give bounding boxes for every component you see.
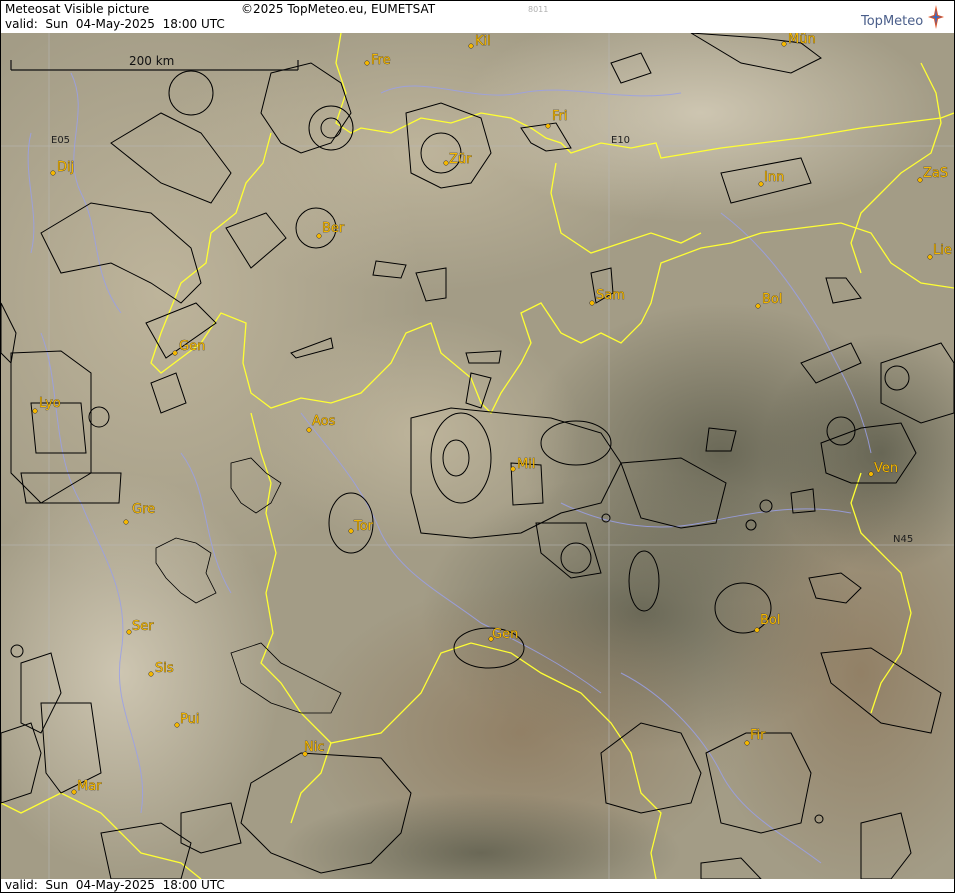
- city-label-dij: Dij: [57, 160, 74, 175]
- city-label-inn: Inn: [764, 170, 784, 185]
- city-label-aos: Aos: [312, 414, 336, 429]
- city-label-gen-geneva: Gen: [179, 339, 205, 354]
- city-label-fri: Fri: [552, 109, 568, 124]
- city-label-nic: Nic: [304, 740, 324, 755]
- city-label-fre: Fre: [371, 53, 391, 68]
- copyright-text: ©2025 TopMeteo.eu, EUMETSAT: [241, 2, 436, 16]
- grid-label-e10: E10: [611, 135, 630, 146]
- city-label-gen-genova: Gen: [492, 627, 518, 642]
- city-label-zas: ZaS: [923, 166, 948, 181]
- city-label-lyo: Lyo: [39, 396, 61, 411]
- grid-label-e05: E05: [51, 135, 70, 146]
- valid-time: valid: Sun 04-May-2025 18:00 UTC: [5, 17, 225, 31]
- compass-star-icon: [928, 5, 944, 29]
- satellite-map[interactable]: 200 km E05 E10 N45 Kil Mün Fre Fri Dij Z…: [1, 33, 954, 879]
- terrain-shading: [1, 33, 954, 879]
- city-label-tor: Tor: [353, 519, 374, 534]
- topmeteo-logo: TopMeteo: [859, 5, 954, 33]
- grid-label-n45: N45: [893, 534, 913, 545]
- scale-bar-label: 200 km: [129, 54, 174, 68]
- city-label-sis: Sis: [155, 661, 174, 676]
- image-id: 8011: [528, 5, 549, 14]
- city-label-bol-south: Bol: [760, 613, 780, 628]
- city-label-ven: Ven: [874, 461, 898, 476]
- city-label-pui: Pui: [180, 712, 199, 727]
- city-label-zur: Zür: [449, 152, 472, 167]
- city-label-lie: Lie: [933, 243, 952, 258]
- footer-valid-time: valid: Sun 04-May-2025 18:00 UTC: [5, 878, 225, 892]
- city-label-ber: Ber: [322, 221, 345, 236]
- city-label-fir: Fir: [750, 728, 766, 743]
- map-frame: Meteosat Visible picture ©2025 TopMeteo.…: [0, 0, 955, 893]
- footer-bar: valid: Sun 04-May-2025 18:00 UTC: [1, 879, 954, 892]
- city-label-sam: Sam: [596, 288, 625, 303]
- product-title: Meteosat Visible picture: [5, 2, 150, 16]
- city-label-mun: Mün: [788, 33, 816, 47]
- city-label-mar: Mar: [77, 779, 102, 794]
- header-bar: Meteosat Visible picture ©2025 TopMeteo.…: [1, 1, 954, 33]
- city-label-gre: Gre: [132, 502, 155, 517]
- city-label-kil: Kil: [475, 34, 491, 49]
- city-label-bol-north: Bol: [762, 292, 782, 307]
- city-label-ser: Ser: [132, 619, 154, 634]
- logo-text: TopMeteo: [861, 14, 924, 29]
- city-label-mil: Mil: [517, 457, 535, 472]
